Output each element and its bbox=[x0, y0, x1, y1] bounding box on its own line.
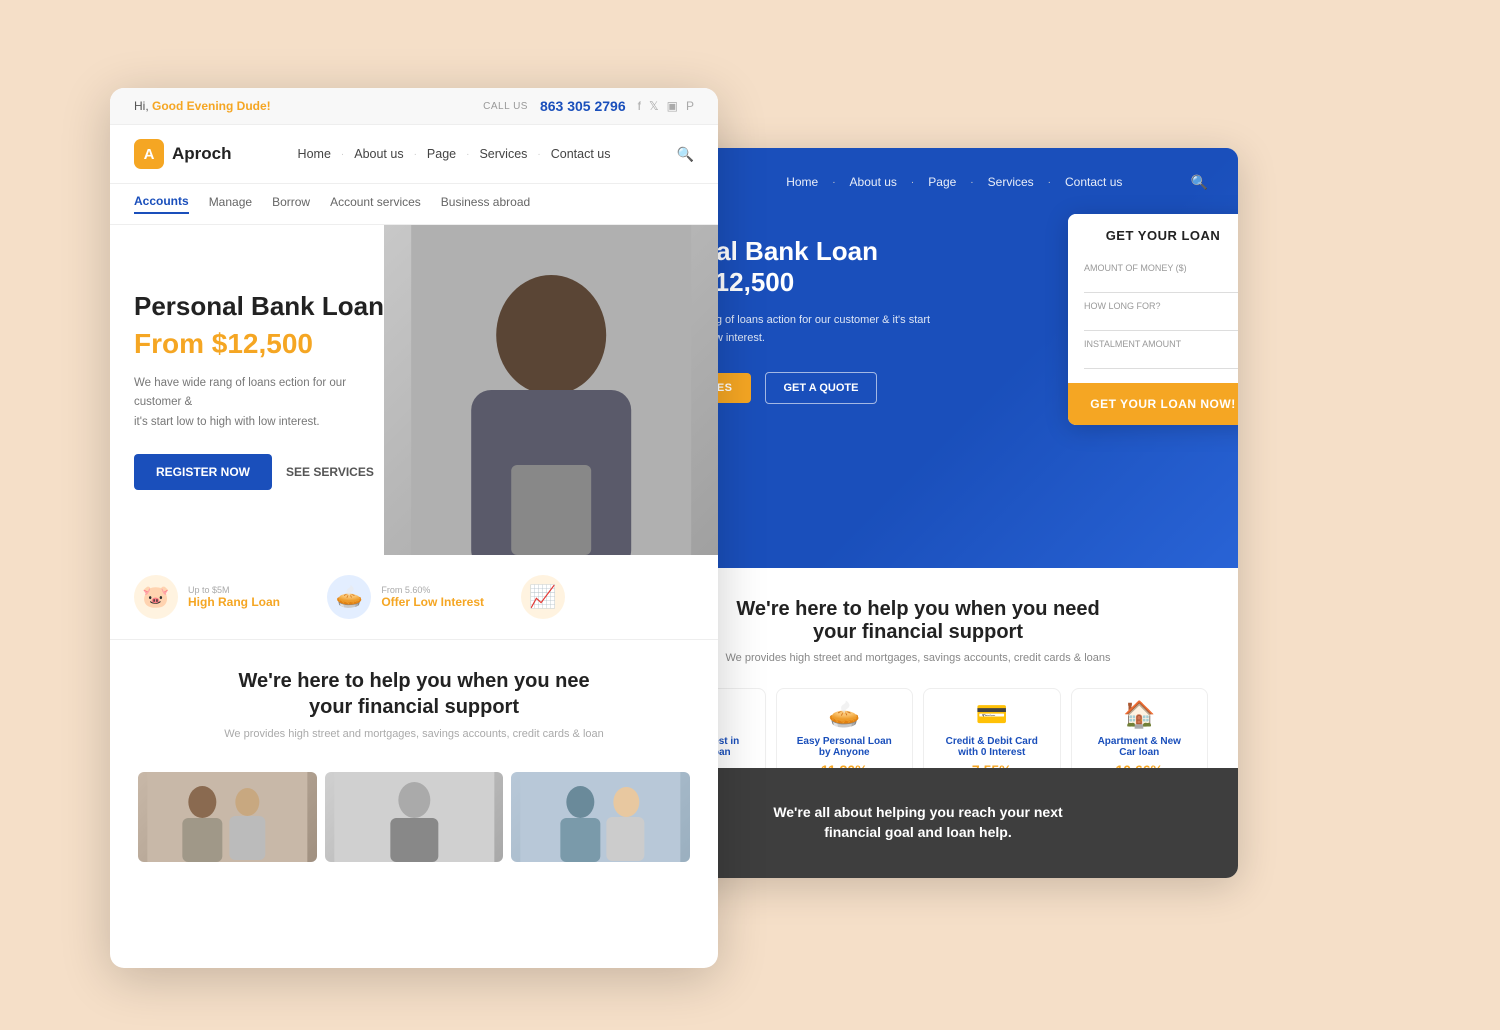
person-illustration bbox=[384, 225, 718, 555]
front-subnav: Accounts Manage Borrow Account services … bbox=[110, 184, 718, 225]
loan-form-title: GET YOUR LOAN bbox=[1084, 228, 1238, 243]
front-hero-desc: We have wide rang of loans ection for ou… bbox=[134, 374, 390, 433]
register-now-button[interactable]: REGISTER NOW bbox=[134, 454, 272, 490]
service-4-name: Apartment & NewCar loan bbox=[1078, 736, 1202, 758]
loan-form-card: GET YOUR LOAN AMOUNT OF MONEY ($) HOW LO… bbox=[1068, 214, 1238, 425]
loan-field-2-input[interactable] bbox=[1084, 313, 1238, 331]
chart-icon: 🥧 bbox=[336, 584, 363, 610]
front-nav-page[interactable]: Page bbox=[427, 147, 456, 161]
photo-1 bbox=[138, 772, 317, 862]
front-hero-title: Personal Bank Loan bbox=[134, 290, 390, 324]
front-financial-section: We're here to help you when you neeyour … bbox=[110, 640, 718, 754]
back-nav-home[interactable]: Home bbox=[786, 175, 818, 189]
get-loan-now-button[interactable]: GET YOUR LOAN NOW! bbox=[1068, 383, 1238, 425]
feature-1-name: High Rang Loan bbox=[188, 595, 280, 609]
loan-form-header: GET YOUR LOAN bbox=[1068, 214, 1238, 253]
front-hero: Personal Bank Loan From $12,500 We have … bbox=[110, 225, 718, 555]
back-nav-about[interactable]: About us bbox=[850, 175, 897, 189]
photo-people-1 bbox=[138, 772, 317, 862]
loan-field-2-label: HOW LONG FOR? bbox=[1084, 301, 1238, 311]
subnav-borrow[interactable]: Borrow bbox=[272, 195, 310, 213]
loan-field-2: HOW LONG FOR? bbox=[1084, 301, 1238, 331]
photo-people-3 bbox=[511, 772, 690, 862]
front-features: 🐷 Up to $5M High Rang Loan 🥧 From 5.60% … bbox=[110, 555, 718, 640]
service-2-name: Easy Personal Loanby Anyone bbox=[783, 736, 907, 758]
loan-field-3-label: INSTALMENT AMOUNT bbox=[1084, 339, 1238, 349]
front-card: Hi, Good Evening Dude! CALL US 863 305 2… bbox=[110, 88, 718, 968]
see-services-button[interactable]: SEE SERVICES bbox=[286, 465, 374, 479]
front-nav-home[interactable]: Home bbox=[298, 147, 331, 161]
search-icon[interactable]: 🔍 bbox=[1191, 174, 1208, 191]
feature-3-icon: 📈 bbox=[521, 575, 565, 619]
feature-2-label: From 5.60% bbox=[381, 585, 484, 595]
high-loan-icon: 🐷 bbox=[134, 575, 178, 619]
front-hero-content: Personal Bank Loan From $12,500 We have … bbox=[110, 225, 414, 555]
front-financial-title: We're here to help you when you neeyour … bbox=[134, 668, 694, 720]
front-nav-services[interactable]: Services bbox=[479, 147, 527, 161]
feature-high-rang-loan: 🐷 Up to $5M High Rang Loan bbox=[134, 575, 307, 619]
front-hero-image bbox=[384, 225, 718, 555]
call-label: CALL US bbox=[483, 101, 528, 112]
house-icon: 🏠 bbox=[1078, 699, 1202, 730]
front-search-icon[interactable]: 🔍 bbox=[677, 146, 694, 163]
front-logo-icon: A bbox=[134, 139, 164, 169]
photo-3 bbox=[511, 772, 690, 862]
photo-people-2 bbox=[325, 772, 504, 862]
subnav-account-services[interactable]: Account services bbox=[330, 195, 421, 213]
facebook-icon[interactable]: f bbox=[638, 99, 641, 113]
front-financial-desc: We provides high street and mortgages, s… bbox=[134, 728, 694, 740]
back-nav-services[interactable]: Services bbox=[988, 175, 1034, 189]
topbar-name: Good Evening Dude! bbox=[152, 99, 271, 113]
back-dark-text: We're all about helping you reach your n… bbox=[773, 803, 1062, 842]
loan-field-3-input[interactable] bbox=[1084, 351, 1238, 369]
feature-low-interest: 🥧 From 5.60% Offer Low Interest bbox=[327, 575, 500, 619]
low-interest-icon: 🥧 bbox=[327, 575, 371, 619]
loan-field-1: AMOUNT OF MONEY ($) bbox=[1084, 263, 1238, 293]
back-nav-links: Home · About us · Page · Services · Cont… bbox=[786, 173, 1122, 191]
front-logo: A Aproch bbox=[134, 139, 232, 169]
call-number: 863 305 2796 bbox=[540, 98, 626, 114]
front-topbar: Hi, Good Evening Dude! CALL US 863 305 2… bbox=[110, 88, 718, 125]
loan-form-fields: AMOUNT OF MONEY ($) HOW LONG FOR? INSTAL… bbox=[1068, 253, 1238, 379]
instagram-icon[interactable]: ▣ bbox=[667, 99, 678, 113]
photo-2 bbox=[325, 772, 504, 862]
service-3-name: Credit & Debit Cardwith 0 Interest bbox=[930, 736, 1054, 758]
loan-field-3: INSTALMENT AMOUNT bbox=[1084, 339, 1238, 369]
subnav-manage[interactable]: Manage bbox=[209, 195, 252, 213]
credit-card-icon: 💳 bbox=[930, 699, 1054, 730]
loan-field-1-label: AMOUNT OF MONEY ($) bbox=[1084, 263, 1238, 273]
front-navbar: A Aproch Home · About us · Page · Servic… bbox=[110, 125, 718, 184]
piggy-bank-small-icon: 🐷 bbox=[142, 584, 169, 610]
twitter-icon[interactable]: 𝕏 bbox=[649, 99, 659, 113]
pie-chart-icon: 🥧 bbox=[783, 699, 907, 730]
front-nav-contact[interactable]: Contact us bbox=[551, 147, 611, 161]
feature-1-text: Up to $5M High Rang Loan bbox=[188, 585, 280, 609]
topbar-greeting: Hi, Good Evening Dude! bbox=[134, 99, 271, 113]
feature-1-label: Up to $5M bbox=[188, 585, 280, 595]
subnav-business-abroad[interactable]: Business abroad bbox=[441, 195, 530, 213]
front-photos-row bbox=[110, 754, 718, 880]
back-nav-page[interactable]: Page bbox=[928, 175, 956, 189]
back-nav-contact[interactable]: Contact us bbox=[1065, 175, 1122, 189]
back-get-quote-button[interactable]: GET A QUOTE bbox=[765, 372, 878, 404]
graph-icon: 📈 bbox=[529, 584, 556, 610]
feature-third: 📈 bbox=[521, 575, 694, 619]
loan-field-1-input[interactable] bbox=[1084, 275, 1238, 293]
feature-2-name: Offer Low Interest bbox=[381, 595, 484, 609]
subnav-accounts[interactable]: Accounts bbox=[134, 194, 189, 214]
front-hero-buttons: REGISTER NOW SEE SERVICES bbox=[134, 454, 390, 490]
pinterest-icon[interactable]: P bbox=[686, 99, 694, 113]
front-nav-about[interactable]: About us bbox=[354, 147, 403, 161]
social-icons: f 𝕏 ▣ P bbox=[638, 99, 694, 113]
feature-2-text: From 5.60% Offer Low Interest bbox=[381, 585, 484, 609]
front-nav-links: Home · About us · Page · Services · Cont… bbox=[298, 145, 611, 163]
topbar-right: CALL US 863 305 2796 f 𝕏 ▣ P bbox=[483, 98, 694, 114]
front-logo-name: Aproch bbox=[172, 144, 232, 164]
front-hero-amount: From $12,500 bbox=[134, 328, 390, 360]
